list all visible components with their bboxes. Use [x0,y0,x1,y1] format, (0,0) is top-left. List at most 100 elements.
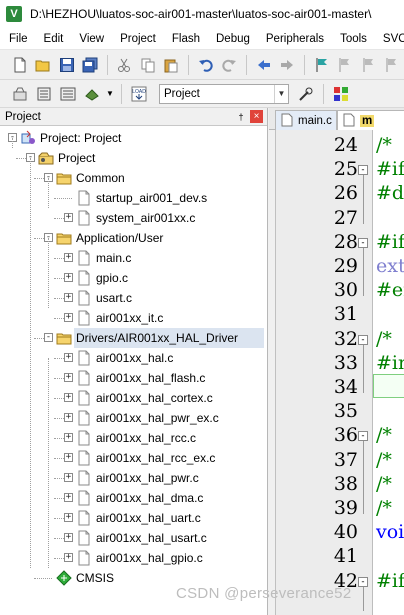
redo-icon[interactable] [219,54,240,76]
bookmark-prev-icon[interactable] [335,54,356,76]
file-icon [76,490,92,506]
menu-file[interactable]: File [0,33,35,45]
fold-toggle-icon[interactable]: - [358,237,368,248]
line-number: 30 [333,279,358,302]
expand-plus-icon[interactable]: + [64,453,73,462]
target-select[interactable]: Project ▼ [159,83,289,104]
tree-target-label: Project [58,151,96,165]
expand-plus-icon[interactable]: + [64,413,73,422]
fold-guide [363,175,364,224]
tree-connector [54,518,64,519]
expand-plus-icon[interactable]: + [64,473,73,482]
tree-connector [34,338,44,339]
target-options-icon[interactable] [295,83,317,105]
menu-tools[interactable]: Tools [331,33,374,45]
open-folder-icon[interactable] [32,54,53,76]
tab-active[interactable]: m [337,110,404,130]
tree-guide [48,178,49,208]
bookmark-clear-icon[interactable] [382,54,403,76]
expand-plus-icon[interactable]: + [64,213,73,222]
file-icon [76,550,92,566]
project-panel-header: Project † × [0,108,267,126]
menu-svcs[interactable]: SVCS [374,33,404,45]
copy-icon[interactable] [137,54,158,76]
cut-icon[interactable] [114,54,135,76]
menu-peripherals[interactable]: Peripherals [257,33,331,45]
expand-plus-icon[interactable]: + [64,433,73,442]
tree-connector [54,378,64,379]
manage-components-icon[interactable] [330,83,352,105]
expand-plus-icon[interactable]: + [64,273,73,282]
tree-connector [16,158,26,159]
undo-icon[interactable] [195,54,216,76]
build-icon[interactable] [33,83,55,105]
expand-plus-icon[interactable]: + [64,293,73,302]
menu-debug[interactable]: Debug [207,33,257,45]
expand-plus-icon[interactable]: + [64,533,73,542]
save-icon[interactable] [56,54,77,76]
tree-connector [54,198,72,199]
tree-guide [48,358,49,568]
code-area[interactable]: /*#if#de#ifext#er/*#in/*/*/*/*voi#if [373,130,404,615]
file-toolbar [0,50,404,80]
build-toolbar: ▼ LOAD Project ▼ [0,80,404,108]
menu-flash[interactable]: Flash [163,33,207,45]
expand-plus-icon[interactable]: + [64,253,73,262]
bookmark-next-icon[interactable] [358,54,379,76]
bookmark-icon[interactable] [311,54,332,76]
save-all-icon[interactable] [79,54,100,76]
collapse-minus-icon[interactable]: - [44,333,53,342]
tree-file-label: air001xx_it.c [96,311,164,325]
line-number: 32 [333,327,358,350]
expand-plus-icon[interactable]: + [64,373,73,382]
tree-file-label: air001xx_hal_cortex.c [96,391,213,405]
paste-icon[interactable] [161,54,182,76]
translate-icon[interactable] [9,83,31,105]
tab-main-c[interactable]: main.c [275,110,337,130]
fold-toggle-icon[interactable]: - [358,431,368,442]
menu-edit[interactable]: Edit [35,33,71,45]
tree-file-label: air001xx_hal_rcc.c [96,431,197,445]
tree-component-cmsis-label: CMSIS [76,571,115,585]
menu-project[interactable]: Project [111,33,163,45]
fold-toggle-icon[interactable]: - [358,576,368,587]
expand-plus-icon[interactable]: + [64,393,73,402]
chevron-down-icon[interactable]: ▼ [274,84,288,103]
tree-connector [54,438,64,439]
fold-toggle-icon[interactable]: - [358,334,368,345]
tree-group-label: Application/User [76,231,164,245]
file-icon [76,250,92,266]
rebuild-icon[interactable] [57,83,79,105]
tree-connector [54,358,64,359]
menu-view[interactable]: View [70,33,111,45]
fold-toggle-icon[interactable]: - [358,165,368,176]
new-file-icon[interactable] [9,54,30,76]
tree-connector [34,578,52,579]
dropdown-icon[interactable]: ▼ [105,83,115,105]
nav-forward-icon[interactable] [277,54,298,76]
code-line: #de [376,182,404,205]
batch-build-icon[interactable] [81,83,103,105]
file-icon [76,470,92,486]
line-number: 31 [333,303,358,326]
expand-plus-icon[interactable]: + [64,513,73,522]
expand-plus-icon[interactable]: + [64,313,73,322]
expand-plus-icon[interactable]: + [64,493,73,502]
line-number: 28 [333,230,358,253]
c-file-icon [281,113,293,127]
line-number: 41 [333,545,358,568]
download-load-icon[interactable]: LOAD [128,83,150,105]
window-title: D:\HEZHOU\luatos-soc-air001-master\luato… [30,7,372,21]
code-line: #in [376,351,404,374]
expand-plus-icon[interactable]: + [64,553,73,562]
target-icon [38,150,54,166]
pin-icon[interactable]: † [235,110,247,123]
target-select-value: Project [164,87,200,100]
fold-guide [363,344,364,393]
tree-root-label: Project: Project [40,131,122,145]
file-icon [76,310,92,326]
c-file-icon [343,113,355,127]
close-icon[interactable]: × [250,110,263,123]
nav-back-icon[interactable] [253,54,274,76]
expand-plus-icon[interactable]: + [64,353,73,362]
